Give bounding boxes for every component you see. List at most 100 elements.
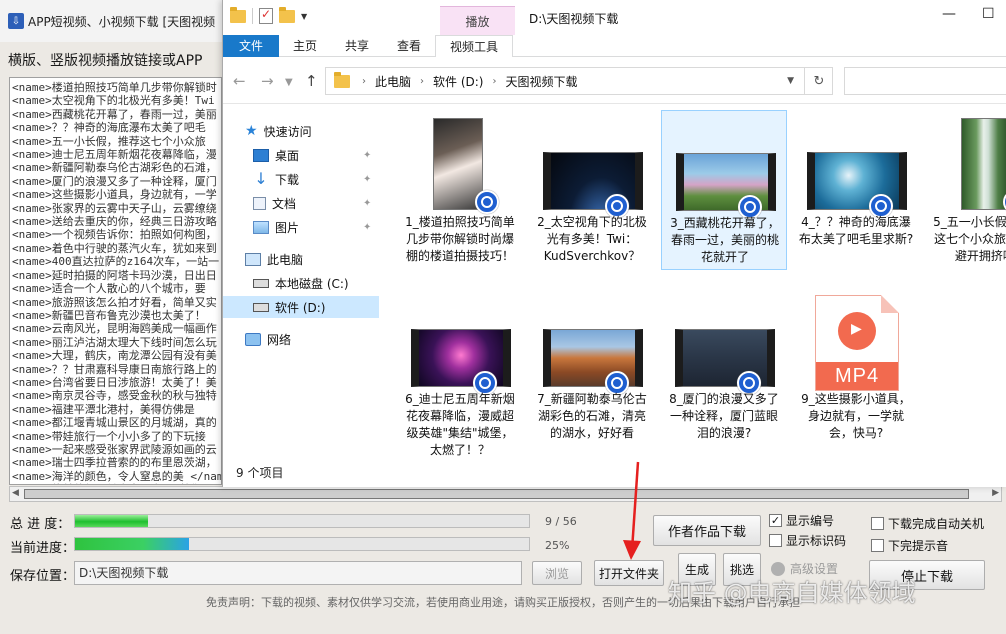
refresh-icon[interactable]: ↻	[804, 67, 833, 95]
author-works-download-button[interactable]: 作者作品下载	[653, 515, 761, 546]
log-line: <name>西藏桃花开幕了，春雨一过，美丽	[12, 107, 217, 121]
total-progress-label: 总 进 度：	[10, 517, 71, 532]
context-tab-play[interactable]: 播放	[440, 6, 515, 35]
address-bar[interactable]: › 此电脑 › 软件 (D:) › 天图视频下载 ▼	[325, 67, 833, 95]
properties-icon[interactable]	[259, 7, 273, 24]
up-arrow-icon[interactable]: ↑	[305, 72, 318, 90]
file-tile-selected[interactable]: 3_西藏桃花开幕了，春雨一过，美丽的桃花就开了	[661, 110, 787, 270]
sidebar-item-documents[interactable]: 文档	[253, 192, 296, 214]
tab-share[interactable]: 共享	[331, 35, 383, 57]
log-line: <name>一个视频告诉你：拍照如何构图，	[12, 228, 217, 242]
current-progress-percent: 25%	[545, 539, 570, 552]
file-name: 5_五一小长假，推荐这七个小众旅地让你避开拥挤哦?	[933, 215, 1006, 263]
file-name: 6_迪士尼五周年新烟花夜幕降临，漫威超级英雄"集结"城堡，太燃了！？	[405, 392, 515, 457]
sidebar-item-quick-access[interactable]: ★ 快速访问	[245, 120, 312, 142]
log-line: <name>大理，鹤庆，南龙潭公园有没有美	[12, 349, 217, 363]
sidebar-label: 本地磁盘 (C:)	[275, 276, 349, 291]
back-arrow-icon[interactable]: ←	[233, 72, 246, 90]
sidebar-label: 网络	[267, 332, 292, 347]
sidebar-label: 下载	[275, 172, 300, 187]
log-line: <name>带娃旅行一个小小多了的下玩接	[12, 429, 206, 443]
breadcrumb-drive-d[interactable]: 软件 (D:)	[433, 73, 483, 90]
breadcrumb-this-pc[interactable]: 此电脑	[375, 73, 411, 90]
browse-button[interactable]: 浏览	[532, 561, 582, 585]
pin-icon: ✦	[363, 150, 372, 161]
sidebar-item-desktop[interactable]: 桌面	[253, 144, 299, 166]
file-name: 1_楼道拍照技巧简单几步带你解锁时尚爆棚的楼道拍摄技巧！	[405, 215, 515, 263]
file-tile[interactable]: 5_五一小长假，推荐这七个小众旅地让你避开拥挤哦?	[925, 110, 1006, 270]
breadcrumb-current-folder[interactable]: 天图视频下载	[505, 73, 577, 90]
total-progress-count: 9 / 56	[545, 515, 577, 528]
address-history-chevron-down-icon[interactable]: ▼	[787, 76, 794, 86]
current-progress-fill	[75, 538, 189, 550]
sidebar-item-drive-c[interactable]: 本地磁盘 (C:)	[253, 272, 349, 294]
tab-home[interactable]: 主页	[279, 35, 331, 57]
scrollbar-thumb[interactable]	[24, 489, 969, 499]
sidebar-item-drive-d[interactable]: 软件 (D:)	[223, 296, 379, 318]
pin-icon: ✦	[363, 198, 372, 209]
log-line: <name>新疆阿勒泰乌伦古湖彩色的石滩，	[12, 161, 217, 175]
open-folder-button[interactable]: 打开文件夹	[594, 560, 664, 586]
sidebar-item-network[interactable]: 网络	[245, 328, 291, 350]
file-tile[interactable]: 2_太空视角下的北极光有多美！Twi：KudSverchkov？	[529, 110, 655, 270]
auto-shutdown-checkbox[interactable]: 下载完成自动关机	[871, 515, 984, 532]
film-reel-icon	[838, 312, 876, 350]
log-line: <name>？？神奇的海底瀑布太美了吧毛	[12, 121, 206, 135]
link-log-textarea[interactable]: <name>楼道拍照技巧简单几步带你解锁时 <name>太空视角下的北极光有多美！…	[9, 77, 222, 485]
minimize-button[interactable]: —	[942, 6, 956, 22]
search-input[interactable]	[844, 67, 1006, 95]
sidebar-item-this-pc[interactable]: 此电脑	[245, 248, 303, 270]
log-line: <name>张家界的云雾中天子山，云雾缭绕	[12, 201, 217, 215]
tab-video-tools[interactable]: 视频工具	[435, 35, 514, 57]
log-line: <name>旅游照该怎么拍才好看，简单又实	[12, 295, 217, 309]
customize-toolbar-chevron-down-icon[interactable]: ▼	[301, 12, 307, 21]
show-id-label: 显示标识码	[786, 534, 847, 548]
tab-file[interactable]: 文件	[223, 35, 279, 57]
file-tile[interactable]: 8_厦门的浪漫又多了一种诠释，厦门蓝眼泪的浪漫?	[661, 287, 787, 447]
horizontal-scrollbar[interactable]: ◀ ▶	[9, 486, 1002, 502]
sidebar-item-pictures[interactable]: 图片	[253, 216, 299, 238]
toolbar-divider	[252, 8, 253, 24]
desktop-icon	[253, 148, 269, 162]
app-titlebar: ⇩ APP短视频、小视频下载 [天图视频	[0, 0, 222, 42]
current-progress-label: 当前进度：	[10, 541, 76, 556]
file-explorer-window: ▼ 播放 D:\天图视频下载 — ☐ 文件 主页 共享 查看 视频工具 ← → …	[222, 0, 1006, 487]
file-tile[interactable]: 1_楼道拍照技巧简单几步带你解锁时尚爆棚的楼道拍摄技巧！	[397, 110, 523, 270]
scroll-left-arrow-icon[interactable]: ◀	[12, 488, 19, 498]
log-line: <name>绝美的新西兰南岛风光 带着你	[12, 483, 219, 484]
sidebar-item-downloads[interactable]: ↓ 下载	[253, 168, 299, 190]
new-folder-icon[interactable]	[279, 6, 295, 23]
save-location-label: 保存位置：	[10, 569, 76, 584]
file-name: 9_这些摄影小道具，身边就有，一学就会，快马?	[801, 392, 911, 440]
computer-icon	[245, 252, 261, 266]
log-line: <name>着色中行驶的蒸汽火车，犹如来到	[12, 241, 217, 255]
breadcrumb-separator-icon[interactable]: ›	[492, 76, 496, 87]
file-tile[interactable]: 7_新疆阿勒泰乌伦古湖彩色的石滩，清亮的湖水，好好看	[529, 287, 655, 447]
app-headline: 横版、竖版视频播放链接或APP	[8, 53, 203, 69]
breadcrumb-separator-icon[interactable]: ›	[362, 76, 366, 87]
log-line: <name>五一小长假，推荐这七个小众旅	[12, 134, 206, 148]
save-path-input[interactable]: D:\天图视频下载	[74, 561, 522, 585]
total-progress-bar	[74, 514, 530, 528]
breadcrumb-separator-icon[interactable]: ›	[420, 76, 424, 87]
show-number-label: 显示编号	[786, 514, 835, 528]
log-line: <name>太空视角下的北极光有多美！Twi	[12, 94, 215, 108]
show-id-check-icon	[769, 534, 782, 547]
show-number-check-icon: ✓	[769, 514, 782, 527]
file-tile[interactable]: 4_？？神奇的海底瀑布太美了吧毛里求斯?	[793, 110, 919, 270]
maximize-button[interactable]: ☐	[982, 6, 995, 22]
show-id-checkbox[interactable]: 显示标识码	[769, 532, 846, 549]
tab-view[interactable]: 查看	[383, 35, 435, 57]
forward-arrow-icon[interactable]: →	[261, 72, 274, 90]
sidebar-label: 桌面	[275, 148, 300, 163]
file-tile[interactable]: MP4 9_这些摄影小道具，身边就有，一学就会，快马?	[793, 287, 919, 447]
file-tile[interactable]: 6_迪士尼五周年新烟花夜幕降临，漫威超级英雄"集结"城堡，太燃了！？	[397, 287, 523, 457]
recent-locations-chevron-down-icon[interactable]: ▼	[285, 77, 293, 88]
desktop: ⇩ APP短视频、小视频下载 [天图视频 横版、竖版视频播放链接或APP <na…	[0, 0, 1006, 634]
log-line: <name>新疆巴音布鲁克沙漠也太美了！	[12, 308, 206, 322]
done-sound-checkbox[interactable]: 下完提示音	[871, 537, 948, 554]
show-number-checkbox[interactable]: ✓ 显示编号	[769, 512, 834, 529]
pictures-icon	[253, 220, 269, 234]
log-line: <name>迪士尼五周年新烟花夜幕降临，漫	[12, 148, 217, 162]
scroll-right-arrow-icon[interactable]: ▶	[992, 488, 999, 498]
